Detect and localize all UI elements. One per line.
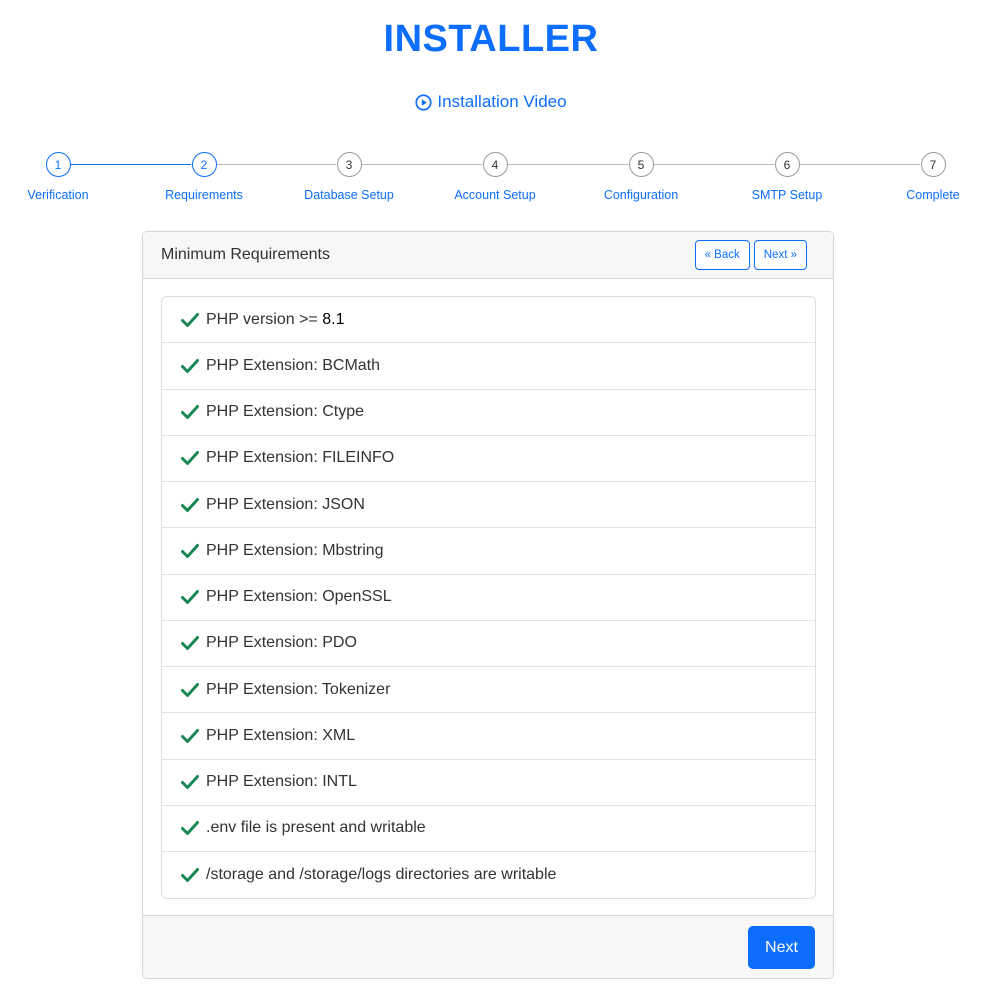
step-5[interactable]: 5 Configuration bbox=[581, 152, 701, 202]
step-label: SMTP Setup bbox=[751, 188, 823, 202]
check-icon bbox=[181, 590, 199, 605]
next-button[interactable]: Next bbox=[748, 926, 815, 969]
step-3[interactable]: 3 Database Setup bbox=[289, 152, 409, 202]
requirement-text: PHP Extension: XML bbox=[206, 726, 356, 744]
requirement-text: PHP Extension: OpenSSL bbox=[206, 588, 392, 606]
check-icon bbox=[181, 682, 199, 697]
requirement-version: 8.1 bbox=[322, 310, 345, 328]
requirement-item: PHP Extension: Ctype bbox=[162, 390, 815, 436]
card-header: Minimum Requirements « Back Next » bbox=[143, 232, 833, 279]
requirement-text: PHP Extension: Mbstring bbox=[206, 541, 384, 559]
requirements-card: Minimum Requirements « Back Next » PHP v… bbox=[142, 231, 834, 979]
installation-stepper: 1 Verification 2 Requirements 3 Database Setu… bbox=[0, 152, 982, 212]
step-label: Complete bbox=[906, 188, 960, 202]
card-title: Minimum Requirements bbox=[161, 246, 330, 263]
requirement-text: PHP version >= bbox=[206, 310, 323, 328]
step-number: 4 bbox=[482, 152, 508, 177]
step-label: Account Setup bbox=[454, 188, 536, 202]
header-button-group: « Back Next » bbox=[694, 240, 807, 270]
next-small-button[interactable]: Next » bbox=[753, 240, 807, 270]
requirement-text: PHP Extension: FILEINFO bbox=[206, 449, 395, 467]
check-icon bbox=[181, 497, 199, 512]
step-6[interactable]: 6 SMTP Setup bbox=[727, 152, 847, 202]
requirement-item: PHP Extension: FILEINFO bbox=[162, 436, 815, 482]
requirement-text: /storage and /storage/logs directories a… bbox=[206, 866, 557, 884]
step-7[interactable]: 7 Complete bbox=[873, 152, 982, 202]
step-number: 3 bbox=[336, 152, 362, 177]
step-number: 1 bbox=[45, 152, 71, 177]
card-footer: Next bbox=[143, 915, 833, 978]
check-icon bbox=[181, 636, 199, 651]
requirement-item: PHP Extension: Mbstring bbox=[162, 528, 815, 575]
requirement-text: PHP Extension: Ctype bbox=[206, 403, 365, 421]
check-icon bbox=[181, 405, 199, 420]
step-4[interactable]: 4 Account Setup bbox=[435, 152, 555, 202]
step-1[interactable]: 1 Verification bbox=[0, 152, 118, 202]
check-icon bbox=[181, 821, 199, 836]
step-label: Verification bbox=[27, 188, 89, 202]
requirement-text: PHP Extension: JSON bbox=[206, 495, 365, 513]
requirement-item: PHP version >= 8.1 bbox=[162, 297, 815, 344]
requirement-text: .env file is present and writable bbox=[206, 819, 426, 837]
check-icon bbox=[181, 775, 199, 790]
requirement-item: PHP Extension: PDO bbox=[162, 621, 815, 667]
requirement-text: PHP Extension: Tokenizer bbox=[206, 680, 391, 698]
requirement-item: PHP Extension: BCMath bbox=[162, 343, 815, 390]
step-number: 5 bbox=[628, 152, 654, 177]
page-title: INSTALLER bbox=[383, 18, 599, 60]
requirements-list: PHP version >= 8.1 PHP Extension: BCMath P… bbox=[161, 296, 816, 900]
requirement-text: PHP Extension: BCMath bbox=[206, 356, 381, 374]
requirement-text: PHP Extension: INTL bbox=[206, 773, 357, 791]
check-icon bbox=[181, 312, 199, 327]
installation-video-link[interactable]: Installation Video bbox=[0, 92, 982, 116]
step-label: Requirements bbox=[165, 188, 243, 202]
check-icon bbox=[181, 868, 199, 883]
requirement-text: PHP Extension: PDO bbox=[206, 634, 357, 652]
step-2[interactable]: 2 Requirements bbox=[144, 152, 264, 202]
requirement-item: .env file is present and writable bbox=[162, 806, 815, 852]
installation-video-label: Installation Video bbox=[437, 92, 567, 111]
requirement-item: PHP Extension: JSON bbox=[162, 482, 815, 529]
check-icon bbox=[181, 728, 199, 743]
requirement-item: PHP Extension: OpenSSL bbox=[162, 575, 815, 621]
check-icon bbox=[181, 543, 199, 558]
requirement-item: PHP Extension: Tokenizer bbox=[162, 667, 815, 714]
check-icon bbox=[181, 358, 199, 373]
step-label: Configuration bbox=[603, 188, 679, 202]
requirement-item: PHP Extension: INTL bbox=[162, 760, 815, 806]
step-number: 6 bbox=[774, 152, 800, 177]
back-button[interactable]: « Back bbox=[694, 240, 750, 270]
requirement-item: /storage and /storage/logs directories a… bbox=[162, 852, 815, 898]
step-number: 7 bbox=[920, 152, 946, 177]
step-number: 2 bbox=[191, 152, 217, 177]
check-icon bbox=[181, 451, 199, 466]
play-circle-icon bbox=[415, 93, 432, 111]
step-label: Database Setup bbox=[304, 188, 394, 202]
requirement-item: PHP Extension: XML bbox=[162, 713, 815, 760]
